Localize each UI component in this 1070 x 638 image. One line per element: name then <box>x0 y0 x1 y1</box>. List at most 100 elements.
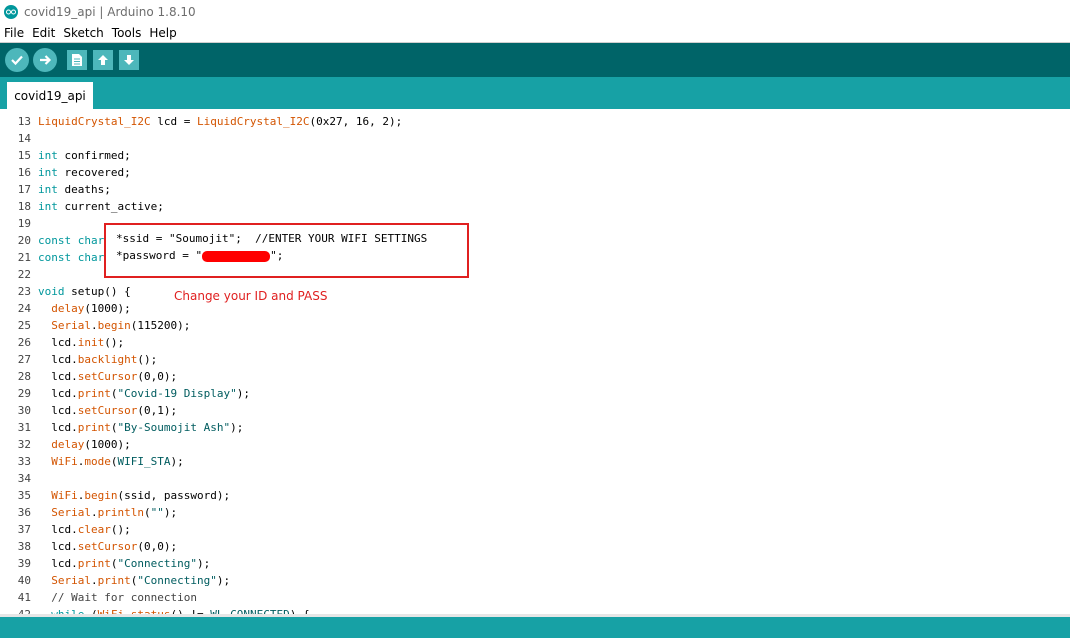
code-text: const char <box>38 251 105 264</box>
code-line: 28 lcd.setCursor(0,0); <box>0 368 402 385</box>
code-text: Serial.println(""); <box>51 506 178 519</box>
line-number: 19 <box>17 217 31 230</box>
verify-button[interactable] <box>5 48 29 72</box>
code-line: 27 lcd.backlight(); <box>0 351 402 368</box>
annotation-text: Change your ID and PASS <box>174 289 328 303</box>
menu-help[interactable]: Help <box>145 26 180 40</box>
code-text: lcd.clear(); <box>38 523 131 536</box>
line-number: 35 <box>17 489 31 502</box>
line-number: 28 <box>17 370 31 383</box>
line-number: 40 <box>17 574 31 587</box>
code-text: delay(1000); <box>51 302 131 315</box>
menu-file[interactable]: File <box>0 26 28 40</box>
line-number: 37 <box>17 523 31 536</box>
toolbar <box>0 43 1070 77</box>
code-line: 13 LiquidCrystal_I2C lcd = LiquidCrystal_… <box>0 113 403 130</box>
code-line: 40 Serial.print("Connecting"); <box>0 572 402 589</box>
menu-sketch[interactable]: Sketch <box>59 26 107 40</box>
tab-covid19-api[interactable]: covid19_api <box>7 82 93 109</box>
code-editor[interactable]: 13 LiquidCrystal_I2C lcd = LiquidCrystal_… <box>0 109 1070 615</box>
password-line: *password = " "; <box>116 249 284 262</box>
code-text: int confirmed; <box>38 149 131 162</box>
code-line: 38 lcd.setCursor(0,0); <box>0 538 402 555</box>
highlight-box: *ssid = "Soumojit"; //ENTER YOUR WIFI SE… <box>104 223 469 278</box>
save-button[interactable] <box>119 50 139 70</box>
line-number: 31 <box>17 421 31 434</box>
code-line: 17 int deaths; <box>0 181 402 198</box>
line-number: 21 <box>17 251 31 264</box>
new-button[interactable] <box>67 50 87 70</box>
line-number: 33 <box>17 455 31 468</box>
code-text: LiquidCrystal_I2C lcd = LiquidCrystal_I2… <box>38 115 403 128</box>
code-text: int recovered; <box>38 166 131 179</box>
code-line: 32 delay(1000); <box>0 436 402 453</box>
title-bar: covid19_api | Arduino 1.8.10 <box>0 0 1070 24</box>
menu-tools[interactable]: Tools <box>108 26 146 40</box>
code-line: 36 Serial.println(""); <box>0 504 402 521</box>
code-text: Serial.begin(115200); <box>51 319 191 332</box>
code-text: lcd.setCursor(0,0); <box>38 540 178 553</box>
code-line: 26 lcd.init(); <box>0 334 402 351</box>
line-number: 13 <box>17 115 31 128</box>
line-number: 32 <box>17 438 31 451</box>
line-number: 39 <box>17 557 31 570</box>
code-line: 31 lcd.print("By-Soumojit Ash"); <box>0 419 402 436</box>
code-line: 16 int recovered; <box>0 164 402 181</box>
open-button[interactable] <box>93 50 113 70</box>
code-line: 25 Serial.begin(115200); <box>0 317 402 334</box>
line-number: 22 <box>17 268 31 281</box>
status-bar <box>0 617 1070 638</box>
verify-icon <box>11 55 23 66</box>
code-text: // Wait for connection <box>51 591 197 604</box>
code-line: 15 int confirmed; <box>0 147 402 164</box>
code-text: const char <box>38 234 105 247</box>
tab-strip: covid19_api <box>0 77 1070 109</box>
code-text: lcd.setCursor(0,0); <box>38 370 178 383</box>
line-number: 16 <box>17 166 31 179</box>
code-text: WiFi.mode(WIFI_STA); <box>51 455 184 468</box>
line-number: 27 <box>17 353 31 366</box>
code-text: lcd.print("Connecting"); <box>38 557 211 570</box>
upload-button[interactable] <box>33 48 57 72</box>
line-number: 20 <box>17 234 31 247</box>
code-text: lcd.print("Covid-19 Display"); <box>38 387 250 400</box>
code-line: 35 WiFi.begin(ssid, password); <box>0 487 402 504</box>
code-line: 39 lcd.print("Connecting"); <box>0 555 402 572</box>
line-number: 17 <box>17 183 31 196</box>
code-line: 18 int current_active; <box>0 198 402 215</box>
code-text: delay(1000); <box>51 438 131 451</box>
redaction-mark <box>202 250 271 262</box>
code-text: int deaths; <box>38 183 111 196</box>
line-number: 25 <box>17 319 31 332</box>
line-number: 29 <box>17 387 31 400</box>
code-line: 14 <box>0 130 402 147</box>
code-text: void setup() { <box>38 285 131 298</box>
arduino-logo-icon <box>4 5 18 19</box>
code-area: 13 LiquidCrystal_I2C lcd = LiquidCrystal_… <box>0 113 403 615</box>
window-title: covid19_api | Arduino 1.8.10 <box>24 5 196 19</box>
open-icon <box>98 55 108 65</box>
line-number: 41 <box>17 591 31 604</box>
line-number: 26 <box>17 336 31 349</box>
code-text: Serial.print("Connecting"); <box>51 574 231 587</box>
code-text: WiFi.begin(ssid, password); <box>51 489 231 502</box>
menu-bar: File Edit Sketch Tools Help <box>0 24 1070 43</box>
line-number: 24 <box>17 302 31 315</box>
line-number: 34 <box>17 472 31 485</box>
code-line: 29 lcd.print("Covid-19 Display"); <box>0 385 402 402</box>
ssid-line: *ssid = "Soumojit"; //ENTER YOUR WIFI SE… <box>116 232 428 245</box>
line-number: 23 <box>17 285 31 298</box>
code-line: 34 <box>0 470 402 487</box>
code-text: lcd.setCursor(0,1); <box>38 404 178 417</box>
code-text: lcd.print("By-Soumojit Ash"); <box>38 421 244 434</box>
line-number: 36 <box>17 506 31 519</box>
code-text: int current_active; <box>38 200 164 213</box>
upload-arrow-icon <box>40 55 52 65</box>
line-number: 18 <box>17 200 31 213</box>
line-number: 30 <box>17 404 31 417</box>
save-icon <box>124 55 134 65</box>
code-text: lcd.init(); <box>38 336 125 349</box>
menu-edit[interactable]: Edit <box>28 26 59 40</box>
code-line: 30 lcd.setCursor(0,1); <box>0 402 402 419</box>
code-text: lcd.backlight(); <box>38 353 158 366</box>
